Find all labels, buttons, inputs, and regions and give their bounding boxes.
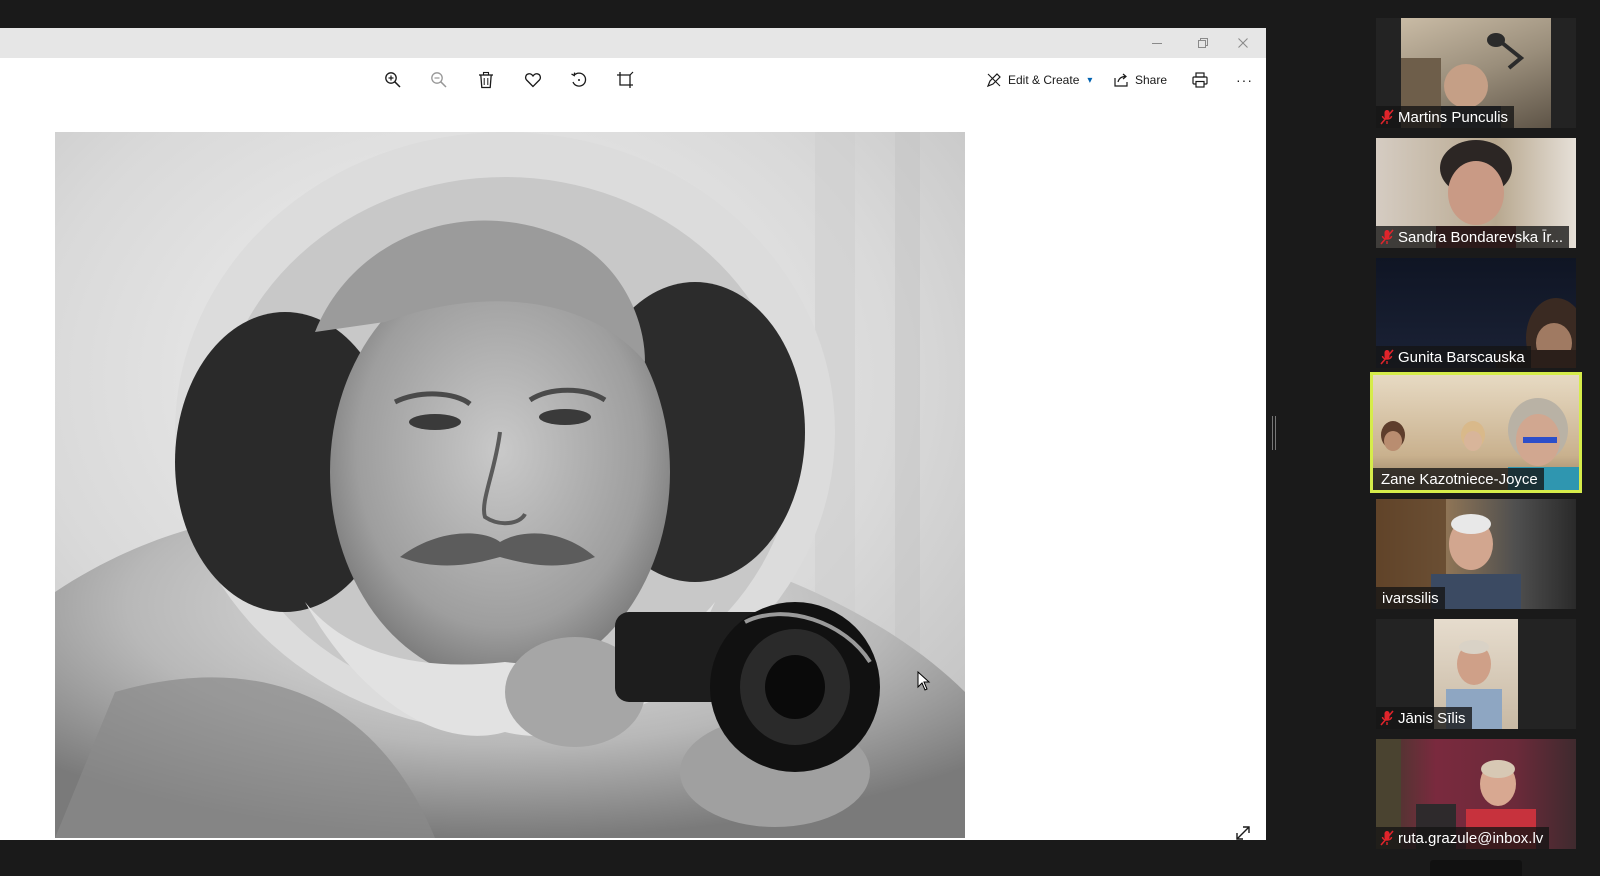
- screen: Edit & Create ▾ Share ··· Martins Puncul…: [0, 0, 1600, 876]
- participant-name: ruta.grazule@inbox.lv: [1398, 829, 1544, 847]
- portrait-photo: [55, 132, 965, 838]
- crop-button[interactable]: [613, 68, 637, 92]
- participant-name-bar: Sandra Bondarevska Īr...: [1376, 226, 1570, 248]
- more-options-button[interactable]: ···: [1236, 66, 1253, 94]
- close-icon: [1238, 38, 1248, 48]
- zoom-in-icon: [385, 72, 401, 88]
- panel-resize-handle[interactable]: [1272, 416, 1276, 450]
- zoom-out-icon: [431, 72, 447, 88]
- participant-name: Jānis Sīlis: [1398, 709, 1466, 727]
- participant-tile[interactable]: ruta.grazule@inbox.lv: [1376, 739, 1576, 849]
- edit-create-icon: [986, 73, 1001, 88]
- participant-name-bar: ruta.grazule@inbox.lv: [1376, 827, 1550, 849]
- expand-icon: [1236, 826, 1250, 840]
- edit-create-label: Edit & Create: [1008, 73, 1080, 87]
- participant-tile[interactable]: Sandra Bondarevska Īr...: [1376, 138, 1576, 248]
- participant-tile[interactable]: Jānis Sīlis: [1376, 619, 1576, 729]
- participant-tile[interactable]: Martins Punculis: [1376, 18, 1576, 128]
- participant-name: Martins Punculis: [1398, 108, 1509, 126]
- share-label: Share: [1135, 73, 1168, 87]
- muted-microphone-icon: [1380, 229, 1394, 245]
- participant-name: Sandra Bondarevska Īr...: [1398, 228, 1564, 246]
- minimize-button[interactable]: [1134, 28, 1180, 58]
- zoom-out-button[interactable]: [427, 68, 451, 92]
- crop-icon: [617, 71, 634, 88]
- zoom-in-button[interactable]: [381, 68, 405, 92]
- participant-name-bar: ivarssilis: [1376, 587, 1445, 609]
- muted-microphone-icon: [1380, 830, 1394, 846]
- participant-name-bar: Gunita Barscauska: [1376, 346, 1531, 368]
- participant-name: ivarssilis: [1382, 589, 1439, 607]
- restore-icon: [1198, 38, 1208, 48]
- photo-image: [55, 132, 965, 838]
- fullscreen-button[interactable]: [1232, 822, 1254, 844]
- share-button[interactable]: Share: [1113, 66, 1167, 94]
- close-button[interactable]: [1220, 28, 1266, 58]
- edit-create-button[interactable]: Edit & Create ▾: [986, 66, 1092, 94]
- heart-icon: [525, 73, 541, 88]
- participant-name-bar: Zane Kazotniece-Joyce: [1373, 468, 1544, 490]
- rotate-icon: [571, 72, 587, 87]
- gallery-scroll-handle[interactable]: [1430, 860, 1522, 876]
- delete-button[interactable]: [474, 68, 498, 92]
- participant-name-bar: Jānis Sīlis: [1376, 707, 1472, 729]
- participant-name: Zane Kazotniece-Joyce: [1381, 470, 1538, 488]
- chevron-down-icon: ▾: [1087, 74, 1093, 86]
- title-bar: [0, 28, 1266, 58]
- participant-tile[interactable]: Gunita Barscauska: [1376, 258, 1576, 368]
- favorite-button[interactable]: [521, 68, 545, 92]
- print-button[interactable]: [1188, 68, 1212, 92]
- photos-app-window: Edit & Create ▾ Share ···: [0, 28, 1266, 840]
- photo-toolbar: Edit & Create ▾ Share ···: [0, 58, 1266, 102]
- more-icon: ···: [1236, 72, 1253, 88]
- muted-microphone-icon: [1380, 349, 1394, 365]
- rotate-button[interactable]: [567, 68, 591, 92]
- share-icon: [1114, 73, 1128, 87]
- minimize-icon: [1152, 43, 1162, 44]
- participant-tile-active-speaker[interactable]: Zane Kazotniece-Joyce: [1370, 372, 1582, 493]
- participant-name: Gunita Barscauska: [1398, 348, 1525, 366]
- photo-viewer: [0, 102, 1266, 840]
- participant-name-bar: Martins Punculis: [1376, 106, 1515, 128]
- muted-microphone-icon: [1380, 710, 1394, 726]
- printer-icon: [1192, 72, 1208, 88]
- participant-tile[interactable]: ivarssilis: [1376, 499, 1576, 609]
- muted-microphone-icon: [1380, 109, 1394, 125]
- trash-icon: [479, 71, 493, 89]
- mouse-cursor-icon: [917, 671, 931, 691]
